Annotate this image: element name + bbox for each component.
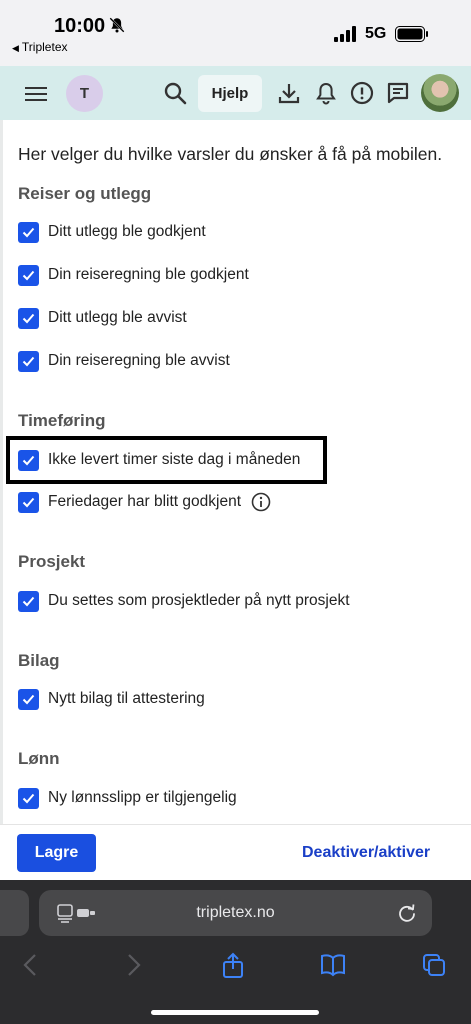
bookmarks-icon[interactable] xyxy=(320,952,346,978)
info-icon[interactable] xyxy=(251,492,271,512)
section-title-salary: Lønn xyxy=(18,749,60,768)
check-icon xyxy=(22,227,35,237)
section-title-vouchers: Bilag xyxy=(18,651,60,670)
help-button[interactable]: Hjelp xyxy=(198,75,262,112)
section-title-project: Prosjekt xyxy=(18,552,86,571)
address-bar[interactable]: tripletex.no xyxy=(39,890,432,936)
checkbox-checked[interactable] xyxy=(18,787,39,809)
highlight-box xyxy=(6,436,327,484)
forward-icon[interactable] xyxy=(120,952,146,978)
checkbox-checked[interactable] xyxy=(18,688,39,710)
user-profile-photo[interactable] xyxy=(421,74,459,112)
intro-text: Her velger du hvilke varsler du ønsker å… xyxy=(18,144,443,164)
section-title-timesheet: Timeføring xyxy=(18,411,106,430)
download-icon[interactable] xyxy=(277,81,301,105)
checkbox-checked[interactable] xyxy=(18,350,39,372)
checkbox-checked[interactable] xyxy=(18,491,39,513)
scroll-edge xyxy=(0,120,3,824)
checkbox-checked[interactable] xyxy=(18,307,39,329)
previous-tab-preview[interactable] xyxy=(0,890,29,936)
alert-icon[interactable] xyxy=(350,81,374,105)
check-icon xyxy=(22,270,35,280)
checkbox-checked[interactable] xyxy=(18,264,39,286)
check-icon xyxy=(22,793,35,803)
back-app-label: Tripletex xyxy=(21,40,68,54)
check-icon xyxy=(22,596,35,606)
back-to-app[interactable]: ◀ Tripletex xyxy=(12,40,68,54)
menu-icon[interactable] xyxy=(24,84,48,104)
notification-option[interactable]: Nytt bilag til attestering xyxy=(18,687,205,711)
option-label: Ditt utlegg ble avvist xyxy=(48,309,187,326)
check-icon xyxy=(22,694,35,704)
check-icon xyxy=(22,313,35,323)
signal-icon xyxy=(334,26,356,42)
share-icon[interactable] xyxy=(220,952,246,978)
battery-icon xyxy=(395,26,428,42)
notification-option[interactable]: Din reiseregning ble godkjent xyxy=(18,263,249,287)
notification-option[interactable]: Ny lønnsslipp er tilgjengelig xyxy=(18,786,237,810)
toggle-all-link[interactable]: Deaktiver/aktiver xyxy=(302,844,430,862)
option-label: Ny lønnsslipp er tilgjengelig xyxy=(48,789,237,806)
reload-icon[interactable] xyxy=(397,903,417,923)
check-icon xyxy=(22,356,35,366)
bell-muted-icon xyxy=(109,17,125,33)
checkbox-checked[interactable] xyxy=(18,221,39,243)
tabs-icon[interactable] xyxy=(421,952,447,978)
back-icon[interactable] xyxy=(18,952,44,978)
home-indicator xyxy=(151,1010,319,1015)
checkbox-checked[interactable] xyxy=(18,590,39,612)
notification-option[interactable]: Ditt utlegg ble godkjent xyxy=(18,220,206,244)
status-bar: 10:00 ◀ Tripletex 5G xyxy=(0,0,471,66)
notification-option[interactable]: Du settes som prosjektleder på nytt pros… xyxy=(18,589,350,613)
network-type: 5G xyxy=(365,25,387,42)
option-label: Du settes som prosjektleder på nytt pros… xyxy=(48,592,350,609)
option-label: Din reiseregning ble avvist xyxy=(48,352,230,369)
option-label: Feriedager har blitt godkjent xyxy=(48,493,242,510)
option-label: Nytt bilag til attestering xyxy=(48,690,205,707)
notification-settings: Her velger du hvilke varsler du ønsker å… xyxy=(0,120,471,824)
search-icon[interactable] xyxy=(163,81,187,105)
url-text: tripletex.no xyxy=(196,904,275,921)
check-icon xyxy=(22,497,35,507)
notification-option[interactable]: Feriedager har blitt godkjent xyxy=(18,490,271,514)
app-header: T Hjelp xyxy=(0,66,471,120)
notification-option[interactable]: Ditt utlegg ble avvist xyxy=(18,306,187,330)
notification-option[interactable]: Din reiseregning ble avvist xyxy=(18,349,230,373)
company-avatar[interactable]: T xyxy=(66,75,103,112)
browser-toolbar: tripletex.no xyxy=(0,880,471,1024)
chat-icon[interactable] xyxy=(386,81,410,105)
save-button[interactable]: Lagre xyxy=(17,834,96,872)
bell-icon[interactable] xyxy=(314,81,338,105)
option-label: Din reiseregning ble godkjent xyxy=(48,266,249,283)
status-time: 10:00 xyxy=(54,15,106,37)
action-bar: Lagre Deaktiver/aktiver xyxy=(0,824,471,880)
section-title-travel: Reiser og utlegg xyxy=(18,184,152,203)
option-label: Ditt utlegg ble godkjent xyxy=(48,223,206,240)
